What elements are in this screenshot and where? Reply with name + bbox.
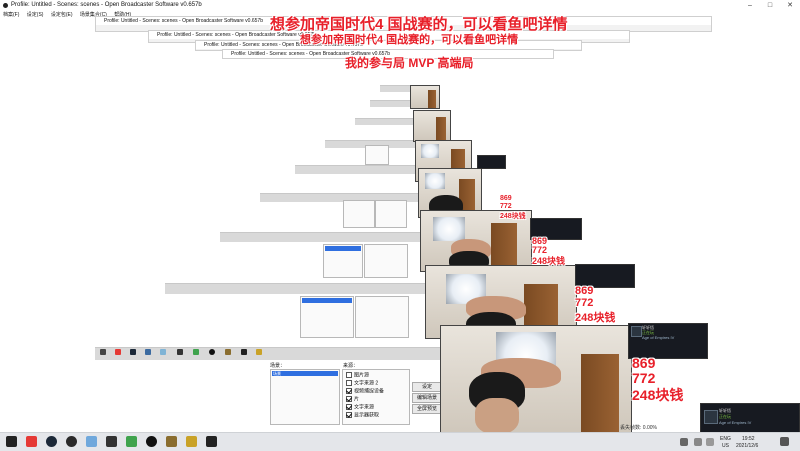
windows-taskbar: ENG US 19:52 2021/12/6: [0, 432, 800, 451]
clock-time[interactable]: 19:52: [742, 436, 755, 442]
recursive-scene-list-small: [365, 145, 389, 165]
overlay-caption-echo: 想参加帝国时代4 国战赛的，可以看鱼吧详情: [300, 34, 519, 46]
overlay-num-b-small: 772: [500, 203, 512, 210]
obs-icon[interactable]: [66, 436, 77, 447]
source-checkbox[interactable]: [346, 412, 352, 418]
close-button[interactable]: ✕: [780, 0, 800, 11]
volume-icon[interactable]: [706, 438, 714, 446]
recursive-source-list-large: [364, 244, 408, 278]
source-item[interactable]: 图片源: [346, 372, 369, 378]
overlay-caption-line2: 我的参与局 MVP 高端局: [345, 56, 474, 70]
menu-profiles[interactable]: 设定包(E): [51, 12, 73, 18]
network-icon[interactable]: [694, 438, 702, 446]
source-list[interactable]: 图片源 文字来源 2 视频捕捉设备 片 文字来源 显示器获取: [342, 369, 410, 425]
circle-app-icon[interactable]: [146, 436, 157, 447]
settings-button[interactable]: 设定: [412, 382, 442, 392]
tray-chevron-icon[interactable]: [680, 438, 688, 446]
recursive-scene-list-large: [323, 244, 363, 278]
overlay-num-c-medium: 248块钱: [532, 256, 566, 266]
folder-icon[interactable]: [186, 436, 197, 447]
webcam-frame-main: [440, 325, 632, 435]
webcam-frame-2: [413, 110, 451, 142]
notification-icon[interactable]: [780, 437, 789, 446]
source-checkbox[interactable]: [346, 388, 352, 394]
maximize-button[interactable]: □: [760, 0, 780, 11]
mini-app-icon: [160, 349, 166, 355]
recursive-taskbar-8: [165, 283, 435, 294]
overlay-num-b: 772: [632, 370, 656, 386]
mini-music-icon: [115, 349, 121, 355]
mini-circle-icon: [209, 349, 215, 355]
recursive-scene-list-xl: [300, 296, 354, 338]
window-title: Profile: Untitled - Scenes: scenes - Ope…: [11, 2, 202, 8]
sources-label: 来源：: [343, 363, 359, 369]
overlay-num-a-large: 869: [575, 285, 594, 297]
recursive-source-list-xl: [355, 296, 409, 338]
clock-date[interactable]: 2021/12/6: [736, 443, 758, 449]
overlay-num-c-small: 248块钱: [500, 213, 526, 220]
netease-music-icon[interactable]: [26, 436, 37, 447]
mini-green-icon: [193, 349, 199, 355]
overlay-num-c-large: 248块钱: [575, 312, 616, 324]
mini-game-icon: [177, 349, 183, 355]
window-titlebar: Profile: Untitled - Scenes: scenes - Ope…: [0, 0, 800, 11]
obs-logo-icon: [3, 3, 8, 8]
source-item[interactable]: 文字来源 2: [346, 380, 378, 386]
aoe-icon[interactable]: [166, 436, 177, 447]
recursive-taskbar-7: [220, 232, 440, 242]
steam-notification-avatar: [704, 410, 718, 424]
recursive-scene-list-medium: [343, 200, 375, 228]
start-icon[interactable]: [6, 436, 17, 447]
ime-language[interactable]: ENG: [720, 436, 731, 442]
source-item[interactable]: 显示器获取: [346, 412, 379, 418]
source-checkbox[interactable]: [346, 380, 352, 386]
mini-media-icon: [241, 349, 247, 355]
dropped-frames-status: 丢失帧数: 0.00%: [620, 425, 657, 431]
mini-steam-icon: [130, 349, 136, 355]
overlay-num-b-large: 772: [575, 297, 594, 309]
mini-aoe-icon: [225, 349, 231, 355]
scenes-label: 场景：: [270, 363, 286, 369]
mini-folder-icon: [256, 349, 262, 355]
webcam-frame-1: [410, 85, 440, 109]
steam-card-small: [477, 155, 506, 169]
steam-avatar: [631, 326, 642, 337]
browser-icon[interactable]: [86, 436, 97, 447]
menu-file[interactable]: 档案(F): [3, 12, 19, 18]
game-icon[interactable]: [106, 436, 117, 447]
mini-start-icon: [100, 349, 106, 355]
ime-layout[interactable]: US: [722, 443, 729, 449]
source-checkbox[interactable]: [346, 396, 352, 402]
scene-list-item-selected[interactable]: 场景: [272, 371, 338, 376]
green-app-icon[interactable]: [126, 436, 137, 447]
mini-browser-icon: [145, 349, 151, 355]
overlay-num-a: 869: [632, 355, 656, 371]
overlay-num-c: 248块钱: [632, 387, 684, 403]
steam-notification: 轩轩悟 正在玩 Age of Empires IV: [700, 403, 800, 433]
steam-card-xl: 轩轩悟 正在玩 Age of Empires IV: [628, 323, 708, 359]
source-checkbox[interactable]: [346, 372, 352, 378]
steam-icon[interactable]: [46, 436, 57, 447]
source-item[interactable]: 片: [346, 396, 359, 402]
fullscreen-preview-button[interactable]: 全屏预览: [412, 404, 442, 414]
source-checkbox[interactable]: [346, 404, 352, 410]
source-item[interactable]: 视频捕捉设备: [346, 388, 384, 394]
scene-list[interactable]: 场景: [270, 369, 340, 425]
menu-settings[interactable]: 设定(S): [27, 12, 44, 18]
minimize-button[interactable]: –: [740, 0, 760, 11]
source-item[interactable]: 文字来源: [346, 404, 374, 410]
recursive-source-list-medium: [375, 200, 407, 228]
media-icon[interactable]: [206, 436, 217, 447]
steam-game: Age of Empires IV: [642, 335, 675, 340]
overlay-num-a-small: 869: [500, 195, 512, 202]
edit-scene-button[interactable]: 编辑场景: [412, 393, 442, 403]
